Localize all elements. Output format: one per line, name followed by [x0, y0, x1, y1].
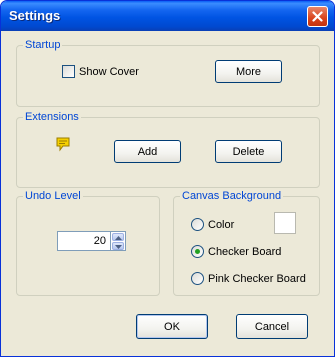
undo-level-input[interactable]: 20 [57, 231, 111, 251]
settings-dialog: Settings Startup Show Cover More Extensi… [0, 0, 335, 357]
spin-down-button[interactable] [112, 242, 124, 250]
more-button[interactable]: More [215, 60, 282, 83]
speech-bubble-icon [55, 136, 71, 155]
extensions-group: Extensions Add Delete [16, 110, 320, 188]
startup-group: Startup Show Cover More [16, 38, 320, 107]
radio-pink-checker-board-label[interactable]: Pink Checker Board [208, 272, 306, 286]
title-bar[interactable]: Settings [1, 1, 334, 31]
show-cover-checkbox[interactable] [62, 65, 75, 78]
radio-color[interactable] [191, 218, 204, 231]
canvas-background-group: Canvas Background Color Checker Board Pi… [173, 189, 320, 296]
startup-group-label: Startup [23, 38, 63, 52]
close-icon [312, 11, 323, 22]
delete-button[interactable]: Delete [215, 140, 282, 163]
show-cover-label[interactable]: Show Cover [79, 65, 139, 79]
arrow-down-icon [114, 240, 122, 252]
ok-button[interactable]: OK [136, 314, 208, 339]
extensions-group-label: Extensions [23, 110, 81, 124]
undo-level-spinner [111, 231, 126, 251]
window-title: Settings [9, 8, 61, 23]
dialog-body: Startup Show Cover More Extensions Add D… [4, 31, 331, 353]
radio-checker-board[interactable] [191, 245, 204, 258]
radio-pink-checker-board[interactable] [191, 272, 204, 285]
undo-level-group: Undo Level 20 [16, 189, 160, 296]
cancel-button[interactable]: Cancel [236, 314, 308, 339]
radio-color-label[interactable]: Color [208, 218, 234, 232]
undo-level-group-label: Undo Level [23, 189, 83, 203]
canvas-background-group-label: Canvas Background [180, 189, 284, 203]
close-button[interactable] [307, 6, 328, 27]
color-swatch[interactable] [274, 212, 296, 234]
radio-checker-board-label[interactable]: Checker Board [208, 245, 281, 259]
add-button[interactable]: Add [114, 140, 181, 163]
